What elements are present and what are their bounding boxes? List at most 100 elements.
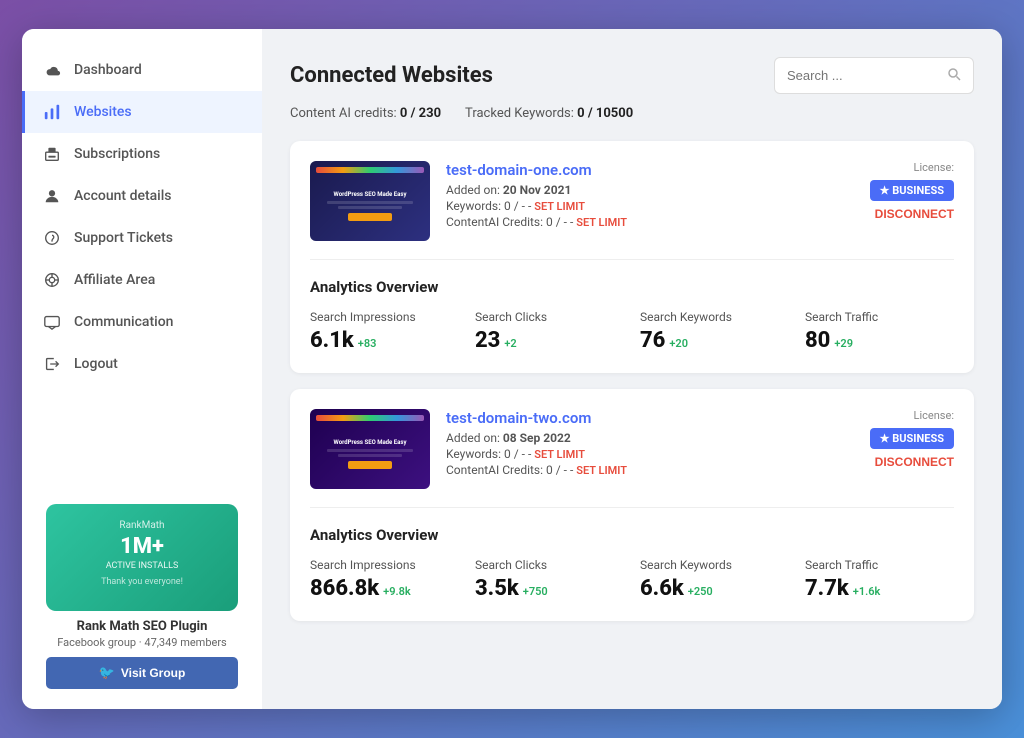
analytics-label: Search Clicks [475, 558, 624, 572]
thumb-line [327, 201, 413, 204]
sidebar-label: Logout [74, 356, 118, 372]
sidebar-item-affiliate[interactable]: Affiliate Area [22, 259, 262, 301]
promo-big-number: 1M+ [62, 535, 222, 559]
affiliate-icon [42, 270, 62, 290]
analytics-item-2: Search Keywords 6.6k +250 [640, 558, 789, 601]
analytics-item-0: Search Impressions 6.1k +83 [310, 310, 459, 353]
thumb-heading: WordPress SEO Made Easy [334, 439, 407, 446]
analytics-value-row: 866.8k +9.8k [310, 576, 459, 601]
site-keywords: Keywords: 0 / - - SET LIMIT [446, 199, 854, 213]
set-limit-contentai[interactable]: SET LIMIT [576, 216, 627, 229]
analytics-value-row: 80 +29 [805, 328, 954, 353]
analytics-label: Search Traffic [805, 310, 954, 324]
analytics-value: 6.1k [310, 328, 354, 353]
sidebar-item-logout[interactable]: Logout [22, 343, 262, 385]
analytics-value: 7.7k [805, 576, 849, 601]
sidebar-item-dashboard[interactable]: Dashboard [22, 49, 262, 91]
analytics-value: 23 [475, 328, 500, 353]
website-card-0: WordPress SEO Made Easy test-domain-one.… [290, 141, 974, 373]
visit-group-button[interactable]: 🐦 Visit Group [46, 657, 238, 689]
message-icon [42, 312, 62, 332]
sidebar-item-communication[interactable]: Communication [22, 301, 262, 343]
set-limit-keywords[interactable]: SET LIMIT [534, 448, 585, 461]
analytics-label: Search Keywords [640, 558, 789, 572]
search-input[interactable] [787, 68, 939, 83]
sidebar-label: Websites [74, 104, 132, 120]
analytics-item-0: Search Impressions 866.8k +9.8k [310, 558, 459, 601]
sidebar-nav: Dashboard Websites Subscriptions [22, 49, 262, 488]
page-title: Connected Websites [290, 63, 493, 88]
analytics-value-row: 6.6k +250 [640, 576, 789, 601]
site-keywords: Keywords: 0 / - - SET LIMIT [446, 447, 854, 461]
facebook-icon: 🐦 [99, 665, 115, 681]
license-label: License: [914, 409, 954, 422]
search-box[interactable] [774, 57, 974, 94]
site-added: Added on: 20 Nov 2021 [446, 183, 854, 197]
analytics-item-1: Search Clicks 23 +2 [475, 310, 624, 353]
site-name: test-domain-two.com [446, 409, 854, 427]
logout-icon [42, 354, 62, 374]
thumb-btn [348, 461, 391, 469]
analytics-grid: Search Impressions 866.8k +9.8k Search C… [310, 558, 954, 601]
analytics-delta: +29 [834, 337, 853, 350]
business-badge: ★ BUSINESS [870, 428, 954, 449]
analytics-section: Analytics Overview Search Impressions 86… [310, 526, 954, 601]
cloud-icon [42, 60, 62, 80]
promo-active-label: ACTIVE INSTALLS [62, 561, 222, 571]
analytics-delta: +2 [504, 337, 516, 350]
sidebar-item-support[interactable]: Support Tickets [22, 217, 262, 259]
license-col: License: ★ BUSINESS DISCONNECT [870, 161, 954, 221]
site-name: test-domain-one.com [446, 161, 854, 179]
sidebar-item-account[interactable]: Account details [22, 175, 262, 217]
analytics-delta: +1.6k [853, 585, 881, 598]
analytics-label: Search Clicks [475, 310, 624, 324]
analytics-item-3: Search Traffic 7.7k +1.6k [805, 558, 954, 601]
analytics-delta: +20 [669, 337, 688, 350]
thumb-line [338, 454, 403, 457]
site-contentai: ContentAI Credits: 0 / - - SET LIMIT [446, 463, 854, 477]
sidebar: Dashboard Websites Subscriptions [22, 29, 262, 709]
thumb-heading: WordPress SEO Made Easy [334, 191, 407, 198]
sidebar-label: Affiliate Area [74, 272, 155, 288]
sidebar-label: Support Tickets [74, 230, 173, 246]
sidebar-label: Communication [74, 314, 173, 330]
site-thumbnail: WordPress SEO Made Easy [310, 161, 430, 241]
sidebar-item-websites[interactable]: Websites [22, 91, 262, 133]
promo-logo-text: RankMath [62, 520, 222, 531]
keywords-label: Tracked Keywords: [465, 106, 574, 121]
promo-group-desc: Facebook group · 47,349 members [46, 636, 238, 649]
site-thumbnail: WordPress SEO Made Easy [310, 409, 430, 489]
disconnect-button[interactable]: DISCONNECT [875, 455, 954, 469]
analytics-value-row: 6.1k +83 [310, 328, 459, 353]
disconnect-button[interactable]: DISCONNECT [875, 207, 954, 221]
thumb-bar [316, 167, 424, 173]
analytics-delta: +9.8k [383, 585, 411, 598]
analytics-delta: +83 [358, 337, 377, 350]
analytics-value: 76 [640, 328, 665, 353]
sidebar-item-subscriptions[interactable]: Subscriptions [22, 133, 262, 175]
license-col: License: ★ BUSINESS DISCONNECT [870, 409, 954, 469]
site-info-row: WordPress SEO Made Easy test-domain-two.… [310, 409, 954, 508]
promo-thanks: Thank you everyone! [62, 577, 222, 587]
set-limit-keywords[interactable]: SET LIMIT [534, 200, 585, 213]
site-added: Added on: 08 Sep 2022 [446, 431, 854, 445]
search-icon [947, 66, 961, 85]
analytics-item-2: Search Keywords 76 +20 [640, 310, 789, 353]
analytics-value-row: 7.7k +1.6k [805, 576, 954, 601]
analytics-value-row: 3.5k +750 [475, 576, 624, 601]
analytics-label: Search Traffic [805, 558, 954, 572]
analytics-label: Search Keywords [640, 310, 789, 324]
printer-icon [42, 144, 62, 164]
thumb-content: WordPress SEO Made Easy [316, 177, 424, 235]
sidebar-label: Subscriptions [74, 146, 160, 162]
analytics-label: Search Impressions [310, 558, 459, 572]
credits-label: Content AI credits: [290, 106, 397, 121]
set-limit-contentai[interactable]: SET LIMIT [576, 464, 627, 477]
analytics-grid: Search Impressions 6.1k +83 Search Click… [310, 310, 954, 353]
analytics-value: 3.5k [475, 576, 519, 601]
credits-display: Content AI credits: 0 / 230 [290, 106, 441, 121]
analytics-item-1: Search Clicks 3.5k +750 [475, 558, 624, 601]
site-info-row: WordPress SEO Made Easy test-domain-one.… [310, 161, 954, 260]
promo-plugin-name: Rank Math SEO Plugin [46, 619, 238, 634]
thumb-line [338, 206, 403, 209]
